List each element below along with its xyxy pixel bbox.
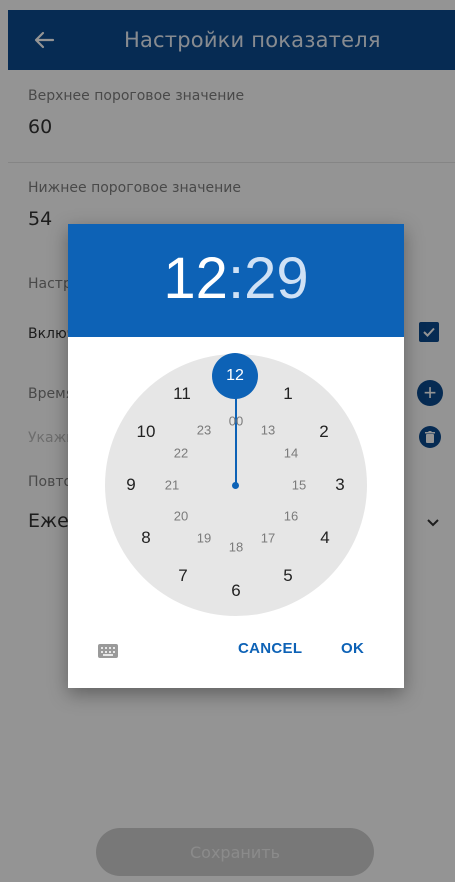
selected-hour[interactable]: 12 (212, 353, 258, 399)
hour-00[interactable]: 00 (229, 414, 243, 429)
time-separator: : (227, 246, 245, 311)
hour-1[interactable]: 1 (283, 384, 292, 404)
keyboard-icon[interactable] (98, 644, 118, 658)
hour-16[interactable]: 16 (284, 509, 298, 524)
hour-22[interactable]: 22 (174, 446, 188, 461)
hour-21[interactable]: 21 (165, 478, 179, 493)
hour-11[interactable]: 11 (173, 384, 191, 404)
hour-18[interactable]: 18 (229, 540, 243, 555)
ok-button[interactable]: OK (341, 640, 364, 657)
hour-5[interactable]: 5 (283, 566, 292, 586)
clock-center (232, 482, 239, 489)
hour-13[interactable]: 13 (261, 423, 275, 438)
hour-23[interactable]: 23 (197, 423, 211, 438)
hour-3[interactable]: 3 (335, 475, 344, 495)
minute-display[interactable]: 29 (244, 246, 309, 311)
hour-2[interactable]: 2 (319, 422, 328, 442)
clock-face[interactable]: 12 1 2 3 4 5 6 7 8 9 10 11 00 13 14 15 1… (105, 353, 367, 616)
hour-17[interactable]: 17 (261, 531, 275, 546)
hour-display[interactable]: 12 (163, 246, 228, 311)
hour-14[interactable]: 14 (284, 446, 298, 461)
hour-19[interactable]: 19 (197, 531, 211, 546)
hour-8[interactable]: 8 (141, 528, 150, 548)
hour-9[interactable]: 9 (126, 475, 135, 495)
hour-10[interactable]: 10 (137, 422, 156, 442)
hour-20[interactable]: 20 (174, 509, 188, 524)
hour-6[interactable]: 6 (231, 581, 240, 601)
cancel-button[interactable]: CANCEL (238, 640, 302, 657)
hour-4[interactable]: 4 (320, 528, 329, 548)
time-picker-header: 12:29 (68, 224, 404, 337)
hour-7[interactable]: 7 (178, 566, 187, 586)
selected-hour-label: 12 (226, 367, 244, 384)
time-picker-dialog: 12:29 12 1 2 3 4 5 6 7 8 9 10 11 00 13 1… (68, 224, 404, 688)
hour-15[interactable]: 15 (292, 478, 306, 493)
time-display: 12:29 (68, 246, 404, 312)
